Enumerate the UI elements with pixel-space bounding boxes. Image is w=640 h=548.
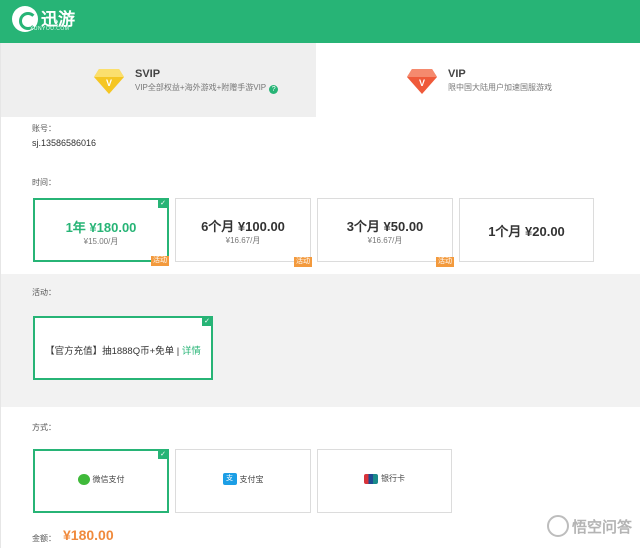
logo-subtext: XUNYOU.COM: [30, 26, 70, 32]
logo-text: 迅游: [41, 9, 75, 29]
payment-option-bank-card[interactable]: 银行卡: [317, 449, 452, 513]
activity-description: 【官方充值】抽1888Q币+免单 |: [45, 346, 182, 357]
duration-title: 3个月 ¥50.00: [346, 219, 424, 234]
account-value: sj.13586586016: [32, 138, 97, 148]
selected-check-icon: ✓: [202, 317, 212, 326]
unionpay-icon: [364, 473, 378, 484]
payment-label: 方式：: [32, 423, 56, 432]
activity-label: 活动：: [32, 288, 56, 297]
payment-option-wechat[interactable]: ✓ 微信支付: [33, 449, 169, 513]
svip-gem-icon: V: [94, 69, 124, 94]
amount-value: ¥180.00: [63, 527, 114, 543]
duration-label: 时间：: [32, 178, 56, 187]
payment-option-alipay[interactable]: 支 支付宝: [175, 449, 311, 513]
svip-plan-desc: VIP全部权益+海外游戏+附赠手游VIP?: [135, 82, 279, 94]
payment-method: 支 支付宝: [176, 473, 310, 485]
svip-plan-name: SVIP: [135, 68, 161, 80]
duration-monthly-price: ¥16.67/月: [367, 236, 403, 245]
promo-badge: 活动: [151, 256, 169, 266]
svg-text:V: V: [106, 78, 112, 88]
watermark-logo-icon: [546, 515, 569, 537]
alipay-icon: 支: [222, 473, 237, 485]
plan-tabs: V SVIP VIP全部权益+海外游戏+附赠手游VIP? V VIP 限中国大陆…: [1, 43, 640, 117]
duration-monthly-price: ¥16.67/月: [225, 236, 261, 245]
wechat-icon: [77, 474, 90, 485]
watermark-text: 悟空问答: [571, 518, 632, 536]
duration-title: 6个月 ¥100.00: [201, 219, 285, 234]
purchase-panel: V SVIP VIP全部权益+海外游戏+附赠手游VIP? V VIP 限中国大陆…: [0, 43, 640, 548]
payment-method-label: 微信支付: [92, 475, 125, 484]
duration-option-1-year[interactable]: ✓ 1年 ¥180.00 ¥15.00/月 活动: [33, 198, 169, 266]
svip-plan-desc-text: VIP全部权益+海外游戏+附赠手游VIP: [135, 83, 267, 92]
vip-gem-icon: V: [407, 69, 437, 94]
payment-method: 银行卡: [318, 473, 451, 484]
duration-monthly-price: ¥15.00/月: [83, 237, 119, 246]
top-header-bar: 迅游 XUNYOU.COM: [0, 0, 640, 43]
help-icon[interactable]: ?: [269, 85, 279, 94]
svg-text:V: V: [419, 78, 425, 88]
promo-badge: 活动: [294, 257, 312, 267]
plan-tab-vip[interactable]: V VIP 限中国大陆用户加速国服游戏: [316, 43, 640, 117]
plan-tab-svip[interactable]: V SVIP VIP全部权益+海外游戏+附赠手游VIP?: [1, 43, 316, 117]
vip-plan-desc: 限中国大陆用户加速国服游戏: [448, 83, 552, 92]
payment-method-label: 银行卡: [381, 474, 405, 483]
watermark: 悟空问答: [546, 515, 632, 537]
duration-option-6-months[interactable]: 6个月 ¥100.00 ¥16.67/月 活动: [175, 198, 312, 267]
selected-check-icon: ✓: [158, 450, 168, 459]
payment-method-label: 支付宝: [239, 474, 264, 484]
activity-details-link[interactable]: 详情: [182, 346, 201, 357]
payment-method: 微信支付: [35, 474, 167, 485]
amount-label: 金额：: [32, 534, 56, 543]
duration-option-3-months[interactable]: 3个月 ¥50.00 ¥16.67/月 活动: [317, 198, 454, 267]
promo-badge: 活动: [436, 257, 454, 267]
duration-title: 1年 ¥180.00: [65, 220, 137, 235]
activity-option[interactable]: ✓ 【官方充值】抽1888Q币+免单 | 详情: [33, 316, 213, 380]
duration-title: 1个月 ¥20.00: [488, 224, 565, 239]
duration-option-1-month[interactable]: 1个月 ¥20.00: [459, 198, 594, 262]
vip-plan-name: VIP: [448, 68, 466, 80]
activity-text: 【官方充值】抽1888Q币+免单 | 详情: [35, 343, 211, 357]
selected-check-icon: ✓: [158, 199, 168, 208]
account-label: 账号：: [32, 124, 56, 133]
